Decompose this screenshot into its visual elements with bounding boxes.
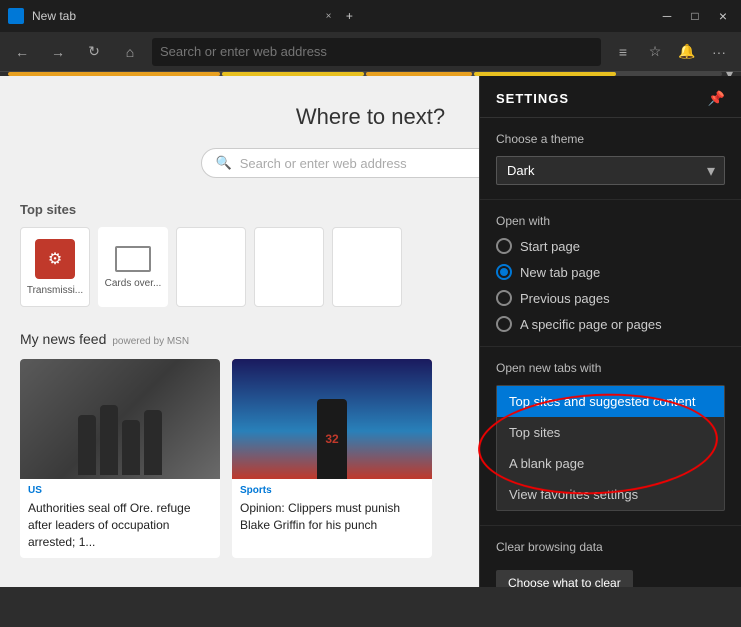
toolbar-icons: ≡ ☆ 🔔 ···	[609, 38, 733, 66]
addressbar: ← → ↻ ⌂ ≡ ☆ 🔔 ···	[0, 32, 741, 72]
theme-select[interactable]: Dark	[496, 156, 725, 185]
radio-previous-pages[interactable]: Previous pages	[496, 290, 725, 306]
site-tile-transmission[interactable]: ⚙ Transmissi...	[20, 227, 90, 307]
clear-browsing-label: Clear browsing data	[496, 540, 725, 554]
minimize-btn[interactable]: ─	[657, 6, 677, 26]
news-category-1: US	[20, 479, 220, 498]
dropdown-item-blank-page[interactable]: A blank page	[497, 448, 724, 479]
more-icon[interactable]: ···	[705, 38, 733, 66]
settings-panel: SETTINGS 📌 Choose a theme Dark Open with…	[479, 76, 741, 587]
radio-circle-start	[496, 238, 512, 254]
radio-label-newtab: New tab page	[520, 265, 600, 280]
search-hint: Search or enter web address	[240, 156, 407, 171]
dropdown-item-top-sites[interactable]: Top sites	[497, 417, 724, 448]
news-title-2: Opinion: Clippers must punish Blake Grif…	[232, 498, 432, 542]
settings-header: SETTINGS 📌	[480, 76, 741, 118]
person-3	[122, 420, 140, 475]
news-img-1	[20, 359, 220, 479]
news-img-2: 32	[232, 359, 432, 479]
open-new-tabs-section: Open new tabs with Top sites and suggest…	[480, 347, 741, 526]
browser-favicon	[8, 8, 24, 24]
site-tile-empty-1[interactable]	[176, 227, 246, 307]
radio-new-tab[interactable]: New tab page	[496, 264, 725, 280]
radio-circle-newtab	[496, 264, 512, 280]
theme-section: Choose a theme Dark	[480, 118, 741, 200]
people-silhouette	[20, 359, 220, 479]
site-tile-empty-2[interactable]	[254, 227, 324, 307]
hamburger-icon[interactable]: ≡	[609, 38, 637, 66]
titlebar: New tab × + ─ □ ×	[0, 0, 741, 32]
tab-title: New tab	[32, 9, 314, 23]
main-content: Where to next? 🔍 Search or enter web add…	[0, 76, 741, 587]
person-1	[78, 415, 96, 475]
radio-circle-specific	[496, 316, 512, 332]
refresh-btn[interactable]: ↻	[80, 38, 108, 66]
news-title-1: Authorities seal off Ore. refuge after l…	[20, 498, 220, 558]
open-with-radio-group: Start page New tab page Previous pages A…	[496, 238, 725, 332]
jersey-number: 32	[325, 432, 338, 446]
radio-circle-prev	[496, 290, 512, 306]
theme-select-wrapper: Dark	[496, 156, 725, 185]
radio-start-page[interactable]: Start page	[496, 238, 725, 254]
hub-icon[interactable]: ☆	[641, 38, 669, 66]
address-input[interactable]	[152, 38, 601, 66]
back-btn[interactable]: ←	[8, 38, 36, 66]
news-card-2[interactable]: 32 Sports Opinion: Clippers must punish …	[232, 359, 432, 558]
dropdown-item-top-sites-suggested[interactable]: Top sites and suggested content	[497, 386, 724, 417]
open-new-tabs-label: Open new tabs with	[496, 361, 725, 375]
site1-label: Transmissi...	[27, 285, 83, 296]
dropdown-item-favorites[interactable]: View favorites settings	[497, 479, 724, 510]
person-2	[100, 405, 118, 475]
open-with-label: Open with	[496, 214, 725, 228]
player-silhouette: 32	[317, 399, 347, 479]
theme-label: Choose a theme	[496, 132, 725, 146]
person-4	[144, 410, 162, 475]
basketball-scene: 32	[232, 359, 432, 479]
search-icon: 🔍	[216, 155, 232, 171]
site-tile-cards[interactable]: Cards over...	[98, 227, 168, 307]
add-tab-btn[interactable]: +	[339, 6, 359, 26]
powered-by-label: powered by MSN	[112, 336, 189, 347]
transmission-icon: ⚙	[35, 239, 75, 279]
radio-label-prev: Previous pages	[520, 291, 610, 306]
forward-btn[interactable]: →	[44, 38, 72, 66]
maximize-btn[interactable]: □	[685, 6, 705, 26]
news-card-1[interactable]: US Authorities seal off Ore. refuge afte…	[20, 359, 220, 558]
open-with-section: Open with Start page New tab page Previo…	[480, 200, 741, 347]
radio-label-start: Start page	[520, 239, 580, 254]
window-close-btn[interactable]: ×	[713, 6, 733, 26]
radio-label-specific: A specific page or pages	[520, 317, 662, 332]
cards-icon	[115, 246, 151, 272]
tab-close-btn[interactable]: ×	[326, 11, 332, 22]
new-tab-dropdown: Top sites and suggested content Top site…	[496, 385, 725, 511]
settings-pin-btn[interactable]: 📌	[708, 90, 725, 107]
site2-label: Cards over...	[105, 278, 162, 289]
notifications-icon[interactable]: 🔔	[673, 38, 701, 66]
home-btn[interactable]: ⌂	[116, 38, 144, 66]
news-category-2: Sports	[232, 479, 432, 498]
clear-browsing-section: Clear browsing data Choose what to clear	[480, 526, 741, 587]
news-feed-label: My news feed	[20, 331, 106, 347]
settings-title: SETTINGS	[496, 91, 569, 106]
radio-specific-page[interactable]: A specific page or pages	[496, 316, 725, 332]
clear-browsing-btn[interactable]: Choose what to clear	[496, 570, 633, 587]
site-tile-empty-3[interactable]	[332, 227, 402, 307]
